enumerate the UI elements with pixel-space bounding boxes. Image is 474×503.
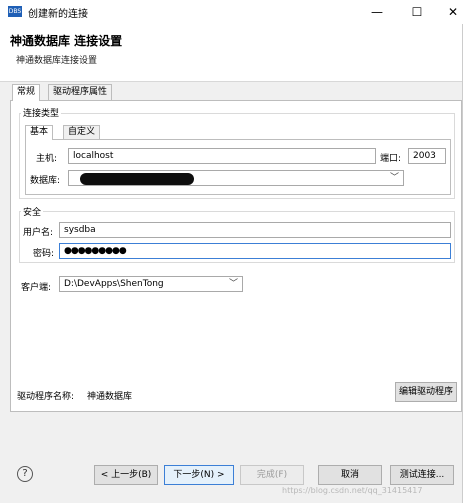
help-icon[interactable]: ? [17, 466, 33, 482]
wizard-header: 神通数据库 连接设置 神通数据库连接设置 [0, 24, 474, 82]
host-input[interactable]: localhost [68, 148, 376, 164]
close-icon[interactable]: ✕ [434, 0, 472, 24]
basic-subpanel: 主机: localhost 端口: 2003 数据库: ﹀ [25, 139, 451, 195]
tab-driver-properties[interactable]: 驱动程序属性 [48, 84, 113, 100]
client-label: 客户端: [21, 283, 52, 293]
watermark: https://blog.csdn.net/qq_31415417 [282, 486, 423, 495]
subtab-basic[interactable]: 基本 [25, 125, 54, 140]
background-bleed [462, 24, 474, 503]
maximize-icon[interactable]: ☐ [398, 0, 436, 24]
general-tab-panel: 连接类型 基本 自定义 主机: localhost 端口: 2003 数据库: … [10, 100, 462, 412]
client-value: D:\DevApps\ShenTong [64, 279, 164, 289]
tab-general[interactable]: 常规 [12, 84, 41, 101]
security-label: 安全 [21, 205, 44, 218]
test-connection-button[interactable]: 测试连接... [390, 465, 454, 485]
database-label: 数据库: [30, 176, 61, 186]
dialog-window: DBS 创建新的连接 — ☐ ✕ 神通数据库 连接设置 神通数据库连接设置 常规… [0, 0, 474, 503]
password-label: 密码: [33, 249, 55, 259]
page-subtitle: 神通数据库连接设置 [16, 56, 98, 66]
minimize-icon[interactable]: — [358, 0, 396, 24]
app-icon: DBS [8, 6, 22, 17]
subtab-custom[interactable]: 自定义 [63, 125, 101, 139]
next-button[interactable]: 下一步(N) > [164, 465, 234, 485]
edit-driver-button[interactable]: 编辑驱动程序 [395, 382, 457, 402]
window-title: 创建新的连接 [28, 9, 88, 20]
username-label: 用户名: [23, 228, 54, 238]
finish-button[interactable]: 完成(F) [240, 465, 304, 485]
port-input[interactable]: 2003 [408, 148, 446, 164]
chevron-down-icon[interactable]: ﹀ [229, 277, 238, 291]
driver-name-label: 驱动程序名称: [17, 392, 75, 402]
cancel-button[interactable]: 取消 [318, 465, 382, 485]
chevron-down-icon[interactable]: ﹀ [390, 171, 399, 185]
redaction-mark [80, 173, 194, 185]
page-title: 神通数据库 连接设置 [10, 34, 123, 48]
password-input[interactable]: ●●●●●●●●● [59, 243, 451, 259]
driver-name-value: 神通数据库 [87, 392, 133, 402]
connection-type-label: 连接类型 [21, 106, 62, 119]
username-input[interactable]: sysdba [59, 222, 451, 238]
back-button[interactable]: < 上一步(B) [94, 465, 158, 485]
client-combo[interactable]: D:\DevApps\ShenTong ﹀ [59, 276, 243, 292]
host-label: 主机: [36, 154, 58, 164]
port-label: 端口: [380, 154, 402, 164]
title-bar[interactable]: DBS 创建新的连接 — ☐ ✕ [0, 0, 474, 24]
